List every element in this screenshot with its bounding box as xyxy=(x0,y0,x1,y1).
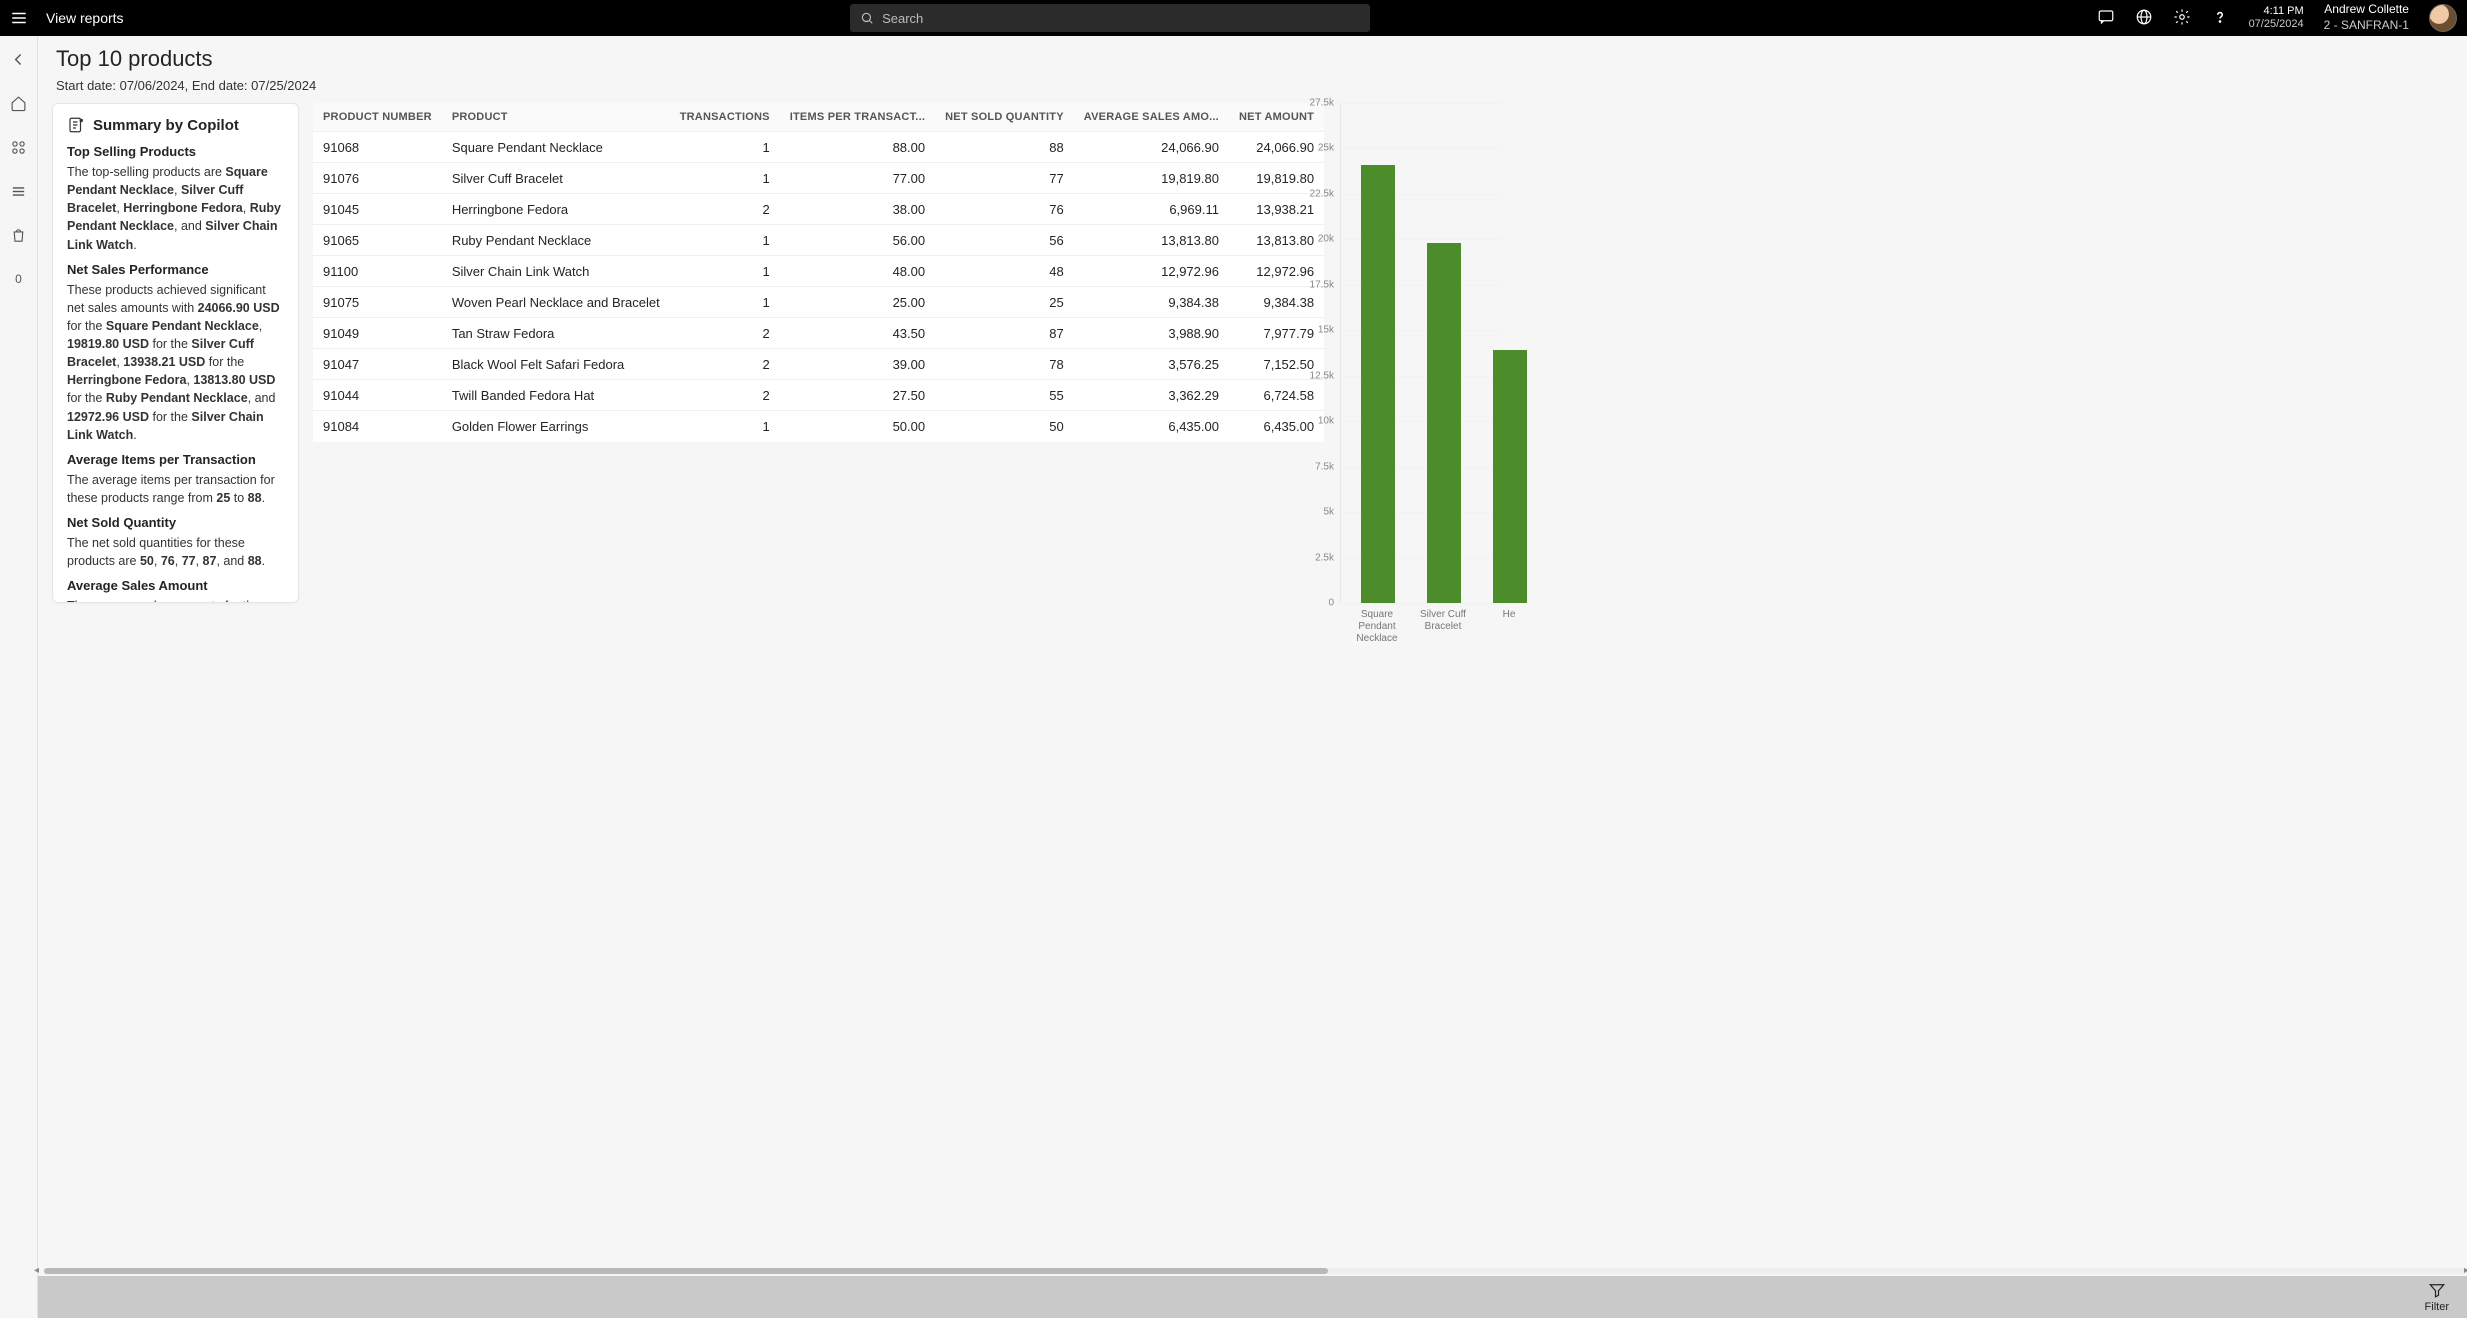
table-row[interactable]: 91047Black Wool Felt Safari Fedora239.00… xyxy=(313,349,1324,380)
y-tick: 5k xyxy=(1323,507,1334,518)
table-row[interactable]: 91084Golden Flower Earrings150.00506,435… xyxy=(313,411,1324,442)
globe-icon[interactable] xyxy=(2135,8,2153,29)
list-icon[interactable] xyxy=(8,180,30,202)
table-row[interactable]: 91068Square Pendant Necklace188.008824,0… xyxy=(313,132,1324,163)
copilot-section-body: The net sold quantities for these produc… xyxy=(67,534,284,570)
table-row[interactable]: 91076Silver Cuff Bracelet177.007719,819.… xyxy=(313,163,1324,194)
col-average-sales-amount[interactable]: AVERAGE SALES AMO... xyxy=(1074,103,1229,132)
copilot-section-title: Net Sold Quantity xyxy=(67,515,284,530)
filter-label: Filter xyxy=(2425,1301,2449,1313)
help-icon[interactable] xyxy=(2211,8,2229,29)
copilot-title: Summary by Copilot xyxy=(93,117,239,134)
back-icon[interactable] xyxy=(8,48,30,70)
col-product-number[interactable]: PRODUCT NUMBER xyxy=(313,103,442,132)
header-time: 4:11 PM xyxy=(2249,5,2304,18)
copilot-section-title: Top Selling Products xyxy=(67,144,284,159)
chart-bar[interactable] xyxy=(1361,165,1395,603)
page-title: Top 10 products xyxy=(56,46,2449,72)
y-tick: 2.5k xyxy=(1315,552,1334,563)
chart-bar[interactable] xyxy=(1427,243,1461,603)
col-product[interactable]: PRODUCT xyxy=(442,103,670,132)
chart-bar[interactable] xyxy=(1493,350,1527,603)
search-icon xyxy=(860,11,874,25)
user-location: 2 - SANFRAN-1 xyxy=(2324,18,2409,34)
y-tick: 25k xyxy=(1318,143,1334,154)
copilot-summary-card: Summary by Copilot Top Selling Products … xyxy=(52,103,299,603)
y-tick: 27.5k xyxy=(1310,98,1334,109)
module-icon[interactable] xyxy=(8,136,30,158)
table-row[interactable]: 91065Ruby Pendant Necklace156.005613,813… xyxy=(313,225,1324,256)
user-name: Andrew Collette xyxy=(2324,2,2409,18)
bar-label: Square Pendant Necklace xyxy=(1347,609,1407,645)
filter-icon xyxy=(2428,1281,2446,1299)
y-tick: 10k xyxy=(1318,416,1334,427)
table-row[interactable]: 91075Woven Pearl Necklace and Bracelet12… xyxy=(313,287,1324,318)
copilot-section-title: Net Sales Performance xyxy=(67,262,284,277)
bottom-bar: Filter xyxy=(38,1276,2467,1318)
y-tick: 7.5k xyxy=(1315,461,1334,472)
col-transactions[interactable]: TRANSACTIONS xyxy=(670,103,780,132)
copilot-icon xyxy=(67,116,85,134)
copilot-section-body: These products achieved significant net … xyxy=(67,281,284,444)
y-tick: 22.5k xyxy=(1310,188,1334,199)
header-date: 07/25/2024 xyxy=(2249,18,2304,31)
bag-icon[interactable] xyxy=(8,224,30,246)
col-items-per-transaction[interactable]: ITEMS PER TRANSACT... xyxy=(780,103,935,132)
search-placeholder: Search xyxy=(882,11,923,26)
horizontal-scrollbar[interactable]: ◂ ▸ xyxy=(44,1266,2467,1276)
left-rail: 0 xyxy=(0,36,38,1318)
copilot-section-body: The top-selling products are Square Pend… xyxy=(67,163,284,254)
home-icon[interactable] xyxy=(8,92,30,114)
chat-icon[interactable] xyxy=(2097,8,2115,29)
table-row[interactable]: 91044Twill Banded Fedora Hat227.50553,36… xyxy=(313,380,1324,411)
top-bar: View reports Search 4:11 PM 07/25/2024 A… xyxy=(0,0,2467,36)
date-range: Start date: 07/06/2024, End date: 07/25/… xyxy=(38,76,2467,103)
avatar[interactable] xyxy=(2429,4,2457,32)
search-input[interactable]: Search xyxy=(850,4,1370,32)
filter-button[interactable]: Filter xyxy=(2425,1281,2449,1313)
table-row[interactable]: 91045Herringbone Fedora238.00766,969.111… xyxy=(313,194,1324,225)
copilot-section-body: The average sales amounts for these prod… xyxy=(67,597,284,603)
y-tick: 17.5k xyxy=(1310,279,1334,290)
net-amount-bar-chart: 27.5k25k22.5k20k17.5k15k12.5k10k7.5k5k2.… xyxy=(1302,103,1502,1318)
app-title: View reports xyxy=(46,10,124,26)
col-net-sold-quantity[interactable]: NET SOLD QUANTITY xyxy=(935,103,1074,132)
table-row[interactable]: 91049Tan Straw Fedora243.50873,988.907,9… xyxy=(313,318,1324,349)
main-content: Top 10 products Start date: 07/06/2024, … xyxy=(38,36,2467,1318)
y-tick: 15k xyxy=(1318,325,1334,336)
copilot-section-title: Average Sales Amount xyxy=(67,578,284,593)
bar-label: Silver Cuff Bracelet xyxy=(1413,609,1473,633)
copilot-section-body: The average items per transaction for th… xyxy=(67,471,284,507)
table-row[interactable]: 91100Silver Chain Link Watch148.004812,9… xyxy=(313,256,1324,287)
hamburger-menu-icon[interactable] xyxy=(10,9,28,27)
scrollbar-thumb[interactable] xyxy=(44,1268,1328,1274)
rail-badge-zero[interactable]: 0 xyxy=(8,268,30,290)
gear-icon[interactable] xyxy=(2173,8,2191,29)
y-tick: 12.5k xyxy=(1310,370,1334,381)
copilot-section-title: Average Items per Transaction xyxy=(67,452,284,467)
y-tick: 0 xyxy=(1328,598,1334,609)
table-header-row: PRODUCT NUMBER PRODUCT TRANSACTIONS ITEM… xyxy=(313,103,1324,132)
bar-label: He xyxy=(1479,609,1539,621)
y-tick: 20k xyxy=(1318,234,1334,245)
products-table: PRODUCT NUMBER PRODUCT TRANSACTIONS ITEM… xyxy=(313,103,1324,442)
scroll-left-icon[interactable]: ◂ xyxy=(34,1265,39,1276)
